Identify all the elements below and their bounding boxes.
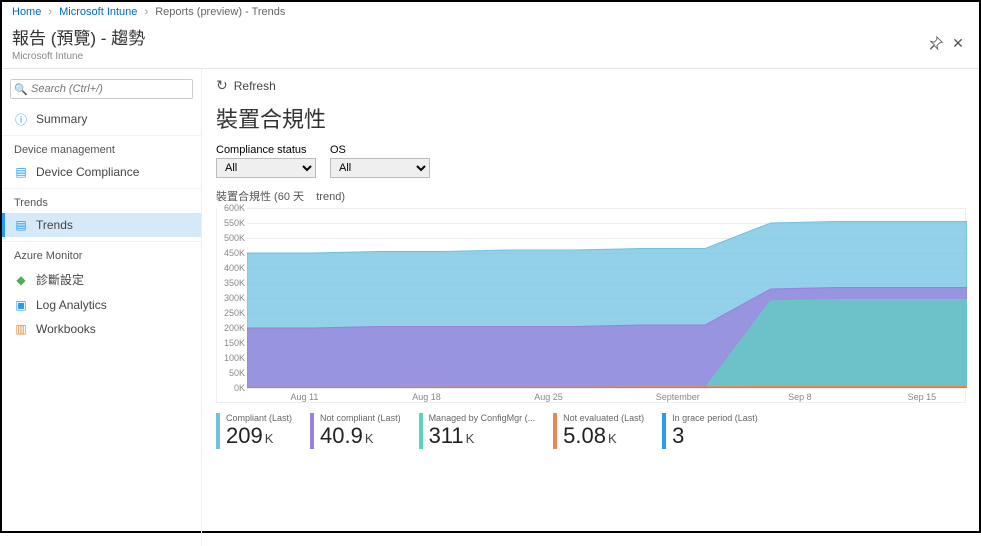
y-tick: 300K — [224, 293, 245, 303]
metric-card: Not evaluated (Last)5.08K — [553, 413, 644, 449]
breadcrumb-home[interactable]: Home — [12, 6, 41, 18]
x-tick: September — [656, 392, 700, 402]
y-tick: 150K — [224, 338, 245, 348]
sidebar-section-azure-monitor: Azure Monitor — [2, 241, 201, 266]
y-tick: 550K — [224, 218, 245, 228]
y-tick: 400K — [224, 263, 245, 273]
metric-value: 40.9K — [320, 423, 401, 449]
search-input[interactable] — [10, 79, 193, 99]
chart-legend: Compliant (Last)209K Not compliant (Last)… — [216, 413, 965, 449]
sidebar-section-device-mgmt: Device management — [2, 135, 201, 160]
x-tick: Aug 25 — [534, 392, 563, 402]
chart-title: 裝置合規性 (60 天 trend) — [216, 188, 965, 204]
x-tick: Sep 15 — [908, 392, 937, 402]
settings-icon: ◆ — [14, 273, 28, 287]
refresh-icon[interactable]: ↻ — [216, 77, 228, 94]
y-tick: 0K — [234, 383, 245, 393]
sidebar-item-workbooks[interactable]: ▥ Workbooks — [2, 317, 201, 341]
chart-x-axis: Aug 11 Aug 18 Aug 25 September Sep 8 Sep 15 — [247, 387, 965, 402]
sidebar-item-label: Summary — [36, 112, 87, 126]
chart-plot-area — [247, 208, 967, 388]
y-tick: 350K — [224, 278, 245, 288]
filter-compliance-select[interactable]: All — [216, 158, 316, 178]
sidebar-item-diag-settings[interactable]: ◆ 診斷設定 — [2, 266, 201, 293]
main-content: ↻ Refresh 裝置合規性 Compliance status All OS… — [202, 69, 979, 546]
metric-label: Managed by ConfigMgr (... — [429, 413, 536, 423]
y-tick: 450K — [224, 248, 245, 258]
sidebar: « 🔍 ⓘ Summary Device management ▤ Device… — [2, 69, 202, 546]
sidebar-section-trends: Trends — [2, 188, 201, 213]
refresh-button[interactable]: Refresh — [234, 79, 276, 93]
chevron-right-icon: › — [144, 6, 148, 18]
pin-icon[interactable] — [925, 32, 947, 54]
close-icon[interactable]: ✕ — [947, 32, 969, 54]
x-tick: Sep 8 — [788, 392, 812, 402]
x-tick: Aug 18 — [412, 392, 441, 402]
sidebar-item-trends[interactable]: ▤ Trends — [2, 213, 201, 237]
y-tick: 600K — [224, 203, 245, 213]
sidebar-item-label: Device Compliance — [36, 165, 139, 179]
filter-compliance-label: Compliance status — [216, 144, 316, 156]
chevron-right-icon: › — [48, 6, 52, 18]
sidebar-item-label: Log Analytics — [36, 298, 107, 312]
metric-value: 5.08K — [563, 423, 644, 449]
sidebar-item-label: 診斷設定 — [36, 271, 84, 288]
content-title: 裝置合規性 — [216, 102, 965, 134]
breadcrumb-current: Reports (preview) - Trends — [155, 6, 285, 18]
filter-os-select[interactable]: All — [330, 158, 430, 178]
metric-label: In grace period (Last) — [672, 413, 758, 423]
breadcrumb: Home › Microsoft Intune › Reports (previ… — [2, 2, 979, 22]
metric-card: Managed by ConfigMgr (...311K — [419, 413, 536, 449]
trends-icon: ▤ — [14, 218, 28, 232]
metric-label: Not compliant (Last) — [320, 413, 401, 423]
breadcrumb-intune[interactable]: Microsoft Intune — [59, 6, 137, 18]
y-tick: 100K — [224, 353, 245, 363]
y-tick: 250K — [224, 308, 245, 318]
metric-card: Compliant (Last)209K — [216, 413, 292, 449]
metric-value: 209K — [226, 423, 292, 449]
info-icon: ⓘ — [14, 112, 28, 126]
workbook-icon: ▥ — [14, 322, 28, 336]
metric-value: 3 — [672, 423, 758, 449]
sidebar-item-summary[interactable]: ⓘ Summary — [2, 107, 201, 131]
metric-label: Not evaluated (Last) — [563, 413, 644, 423]
page-subtitle: Microsoft Intune — [12, 51, 145, 62]
sidebar-item-label: Trends — [36, 218, 73, 232]
metric-card: Not compliant (Last)40.9K — [310, 413, 401, 449]
log-icon: ▣ — [14, 298, 28, 312]
search-icon: 🔍 — [14, 83, 28, 96]
compliance-trend-chart: 0K 50K 100K 150K 200K 250K 300K 350K 400K 450K 500… — [216, 208, 966, 403]
page-header: 報告 (預覽) - 趨勢 Microsoft Intune ✕ — [2, 22, 979, 69]
sidebar-item-device-compliance[interactable]: ▤ Device Compliance — [2, 160, 201, 184]
metric-value: 311K — [429, 423, 536, 449]
toolbar: ↻ Refresh — [216, 77, 965, 102]
x-tick: Aug 11 — [291, 392, 319, 402]
y-tick: 500K — [224, 233, 245, 243]
sidebar-item-log-analytics[interactable]: ▣ Log Analytics — [2, 293, 201, 317]
page-title: 報告 (預覽) - 趨勢 — [12, 24, 145, 49]
y-tick: 50K — [229, 368, 245, 378]
filter-os-label: OS — [330, 144, 430, 156]
y-tick: 200K — [224, 323, 245, 333]
metric-label: Compliant (Last) — [226, 413, 292, 423]
chart-y-axis: 0K50K100K150K200K250K300K350K400K450K500… — [217, 208, 247, 387]
metric-card: In grace period (Last)3 — [662, 413, 758, 449]
device-icon: ▤ — [14, 165, 28, 179]
sidebar-item-label: Workbooks — [36, 322, 96, 336]
